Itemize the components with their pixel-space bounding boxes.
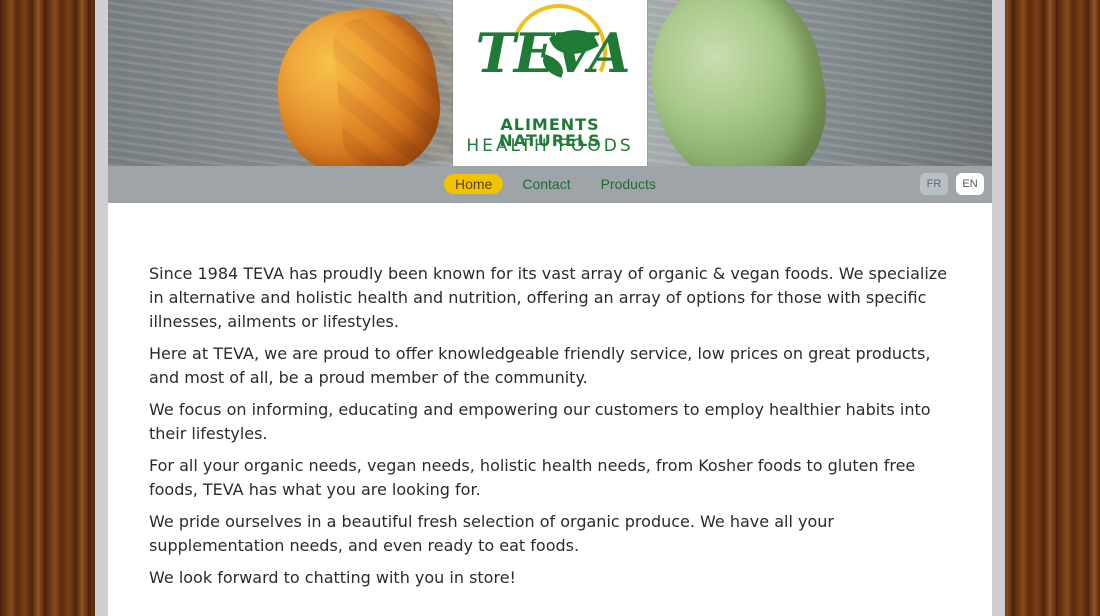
logo-wordmark: TEVA xyxy=(475,21,631,85)
intro-paragraph-1: Since 1984 TEVA has proudly been known f… xyxy=(149,264,948,331)
intro-paragraph-5: We pride ourselves in a beautiful fresh … xyxy=(149,512,834,555)
intro-paragraph-2: Here at TEVA, we are proud to offer know… xyxy=(149,344,931,387)
nav-contact[interactable]: Contact xyxy=(511,174,581,194)
hero-banner: TEVA ALIMENTS NATURELS HEALTH FOODS xyxy=(108,0,992,166)
language-fr-button[interactable]: FR xyxy=(920,173,948,195)
language-switcher: FR EN xyxy=(920,173,984,195)
mango-cut-pattern xyxy=(330,9,466,166)
nav-products[interactable]: Products xyxy=(590,174,667,194)
website-container: TEVA ALIMENTS NATURELS HEALTH FOODS Home… xyxy=(108,0,992,616)
nav-home[interactable]: Home xyxy=(444,174,504,194)
language-en-button[interactable]: EN xyxy=(956,173,984,195)
main-navigation: Home Contact Products FR EN xyxy=(108,166,992,203)
logo-english-tagline: HEALTH FOODS xyxy=(466,136,634,156)
intro-paragraph-3: We focus on informing, educating and emp… xyxy=(149,400,931,443)
nav-links: Home Contact Products xyxy=(444,174,667,194)
brand-logo[interactable]: TEVA ALIMENTS NATURELS HEALTH FOODS xyxy=(453,0,647,166)
intro-paragraph-6: We look forward to chatting with you in … xyxy=(149,568,516,587)
main-content: Since 1984 TEVA has proudly been known f… xyxy=(149,262,951,598)
intro-paragraph-4: For all your organic needs, vegan needs,… xyxy=(149,456,916,499)
